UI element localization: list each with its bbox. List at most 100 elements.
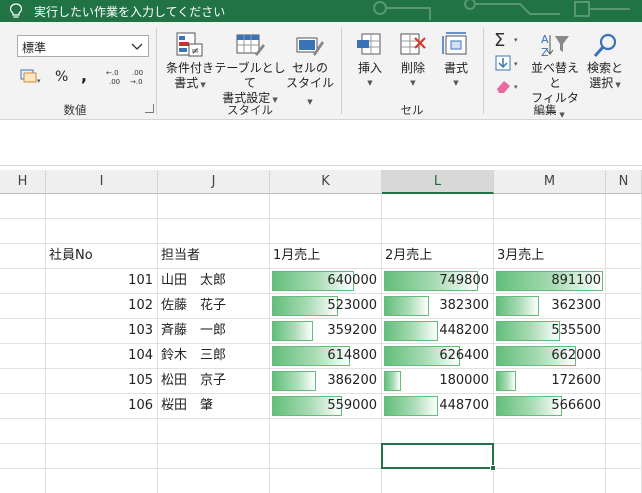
sales-cell-mar[interactable]: 535500 [494,319,606,344]
sheet-cell[interactable] [0,294,46,319]
sheet-cell[interactable] [158,194,270,219]
employee-id-cell[interactable]: 102 [46,294,158,319]
column-header-m[interactable]: M [494,170,606,194]
sheet-cell[interactable] [46,219,158,244]
sheet-cell[interactable] [606,244,642,269]
sheet-cell[interactable] [382,469,494,493]
sheet-cell[interactable] [270,444,382,469]
fill-handle[interactable] [490,465,496,471]
header-cell-mar[interactable]: 3月売上 [494,244,606,269]
employee-id-cell[interactable]: 103 [46,319,158,344]
fill-icon[interactable]: ▾ [494,54,524,72]
conditional-format-button[interactable]: ≠ 条件付き 書式 ▼ [162,32,218,93]
sheet-cell[interactable] [606,419,642,444]
header-cell-jan[interactable]: 1月売上 [270,244,382,269]
sheet-cell[interactable] [270,194,382,219]
header-cell-feb[interactable]: 2月売上 [382,244,494,269]
sheet-cell[interactable] [0,194,46,219]
employee-id-cell[interactable]: 104 [46,344,158,369]
sheet-cell[interactable] [606,444,642,469]
sales-cell-feb[interactable]: 626400 [382,344,494,369]
number-format-select[interactable]: 標準 [17,35,149,57]
sheet-cell[interactable] [0,319,46,344]
insert-cells-button[interactable]: 挿入 ▼ [350,32,390,91]
sheet-cell[interactable] [606,294,642,319]
sheet-cell[interactable] [0,344,46,369]
sheet-cell[interactable] [494,419,606,444]
sheet-cell[interactable] [0,419,46,444]
sheet-cell[interactable] [46,444,158,469]
sheet-cell[interactable] [0,394,46,419]
sales-cell-jan[interactable]: 614800 [270,344,382,369]
sheet-cell[interactable] [0,269,46,294]
sheet-cell[interactable] [606,369,642,394]
sales-cell-feb[interactable]: 180000 [382,369,494,394]
employee-name-cell[interactable]: 松田 京子 [158,369,270,394]
sales-cell-jan[interactable]: 523000 [270,294,382,319]
sheet-cell[interactable] [494,469,606,493]
sales-cell-mar[interactable]: 891100 [494,269,606,294]
clear-icon[interactable]: ▾ [494,77,524,95]
sheet-cell[interactable] [0,369,46,394]
sheet-cell[interactable] [46,419,158,444]
column-header-k[interactable]: K [270,170,382,194]
employee-name-cell[interactable]: 山田 太郎 [158,269,270,294]
sheet-cell[interactable] [46,469,158,493]
employee-id-cell[interactable]: 105 [46,369,158,394]
sheet-cell[interactable] [606,219,642,244]
format-cells-button[interactable]: 書式 ▼ [436,32,476,91]
worksheet-grid[interactable]: H I J K L M N 社員No 担当者 1月売上 2月売上 3月売上 101 山田 太… [0,170,642,493]
sales-cell-feb[interactable]: 382300 [382,294,494,319]
sheet-cell[interactable] [606,319,642,344]
autosum-icon[interactable]: Σ ▾ [494,30,524,48]
sheet-cell[interactable] [382,219,494,244]
sheet-cell[interactable] [158,419,270,444]
sheet-cell[interactable] [606,194,642,219]
sheet-cell[interactable] [270,219,382,244]
employee-id-cell[interactable]: 101 [46,269,158,294]
sheet-cell[interactable] [270,469,382,493]
sheet-cell[interactable] [158,219,270,244]
sales-cell-mar[interactable]: 362300 [494,294,606,319]
employee-name-cell[interactable]: 桜田 肇 [158,394,270,419]
sheet-cell[interactable] [46,194,158,219]
sheet-cell[interactable] [158,469,270,493]
sheet-cell[interactable] [158,444,270,469]
sales-cell-feb[interactable]: 448200 [382,319,494,344]
sales-cell-mar[interactable]: 566600 [494,394,606,419]
delete-cells-button[interactable]: 削除 ▼ [393,32,433,91]
sales-cell-jan[interactable]: 386200 [270,369,382,394]
header-cell-id[interactable]: 社員No [46,244,158,269]
employee-name-cell[interactable]: 鈴木 三郎 [158,344,270,369]
decrease-decimal-icon[interactable]: .00→.0 [130,68,148,85]
sheet-cell[interactable] [382,194,494,219]
sheet-cell[interactable] [606,269,642,294]
comma-style-button[interactable]: , [81,66,87,85]
sales-cell-jan[interactable]: 359200 [270,319,382,344]
column-header-j[interactable]: J [158,170,270,194]
sales-cell-mar[interactable]: 172600 [494,369,606,394]
sheet-cell[interactable] [494,219,606,244]
tell-me-bar[interactable]: 実行したい作業を入力してください [0,0,642,22]
find-select-button[interactable]: 検索と 選択 ▼ [584,32,626,93]
sheet-cell[interactable] [0,219,46,244]
sales-cell-feb[interactable]: 749800 [382,269,494,294]
column-header-l[interactable]: L [382,170,494,194]
sheet-cell[interactable] [0,444,46,469]
format-as-table-button[interactable]: テーブルとして 書式設定 ▼ [213,32,287,108]
sales-cell-feb[interactable]: 448700 [382,394,494,419]
sheet-cell[interactable] [382,419,494,444]
sheet-cell[interactable] [606,394,642,419]
employee-id-cell[interactable]: 106 [46,394,158,419]
sales-cell-jan[interactable]: 559000 [270,394,382,419]
increase-decimal-icon[interactable]: ←.0.00 [106,68,124,85]
sales-cell-mar[interactable]: 662000 [494,344,606,369]
header-cell-name[interactable]: 担当者 [158,244,270,269]
sheet-cell[interactable] [606,344,642,369]
column-header-h[interactable]: H [0,170,46,194]
employee-name-cell[interactable]: 佐藤 花子 [158,294,270,319]
sheet-cell[interactable] [494,194,606,219]
sheet-cell[interactable] [606,469,642,493]
column-header-i[interactable]: I [46,170,158,194]
employee-name-cell[interactable]: 斉藤 一郎 [158,319,270,344]
